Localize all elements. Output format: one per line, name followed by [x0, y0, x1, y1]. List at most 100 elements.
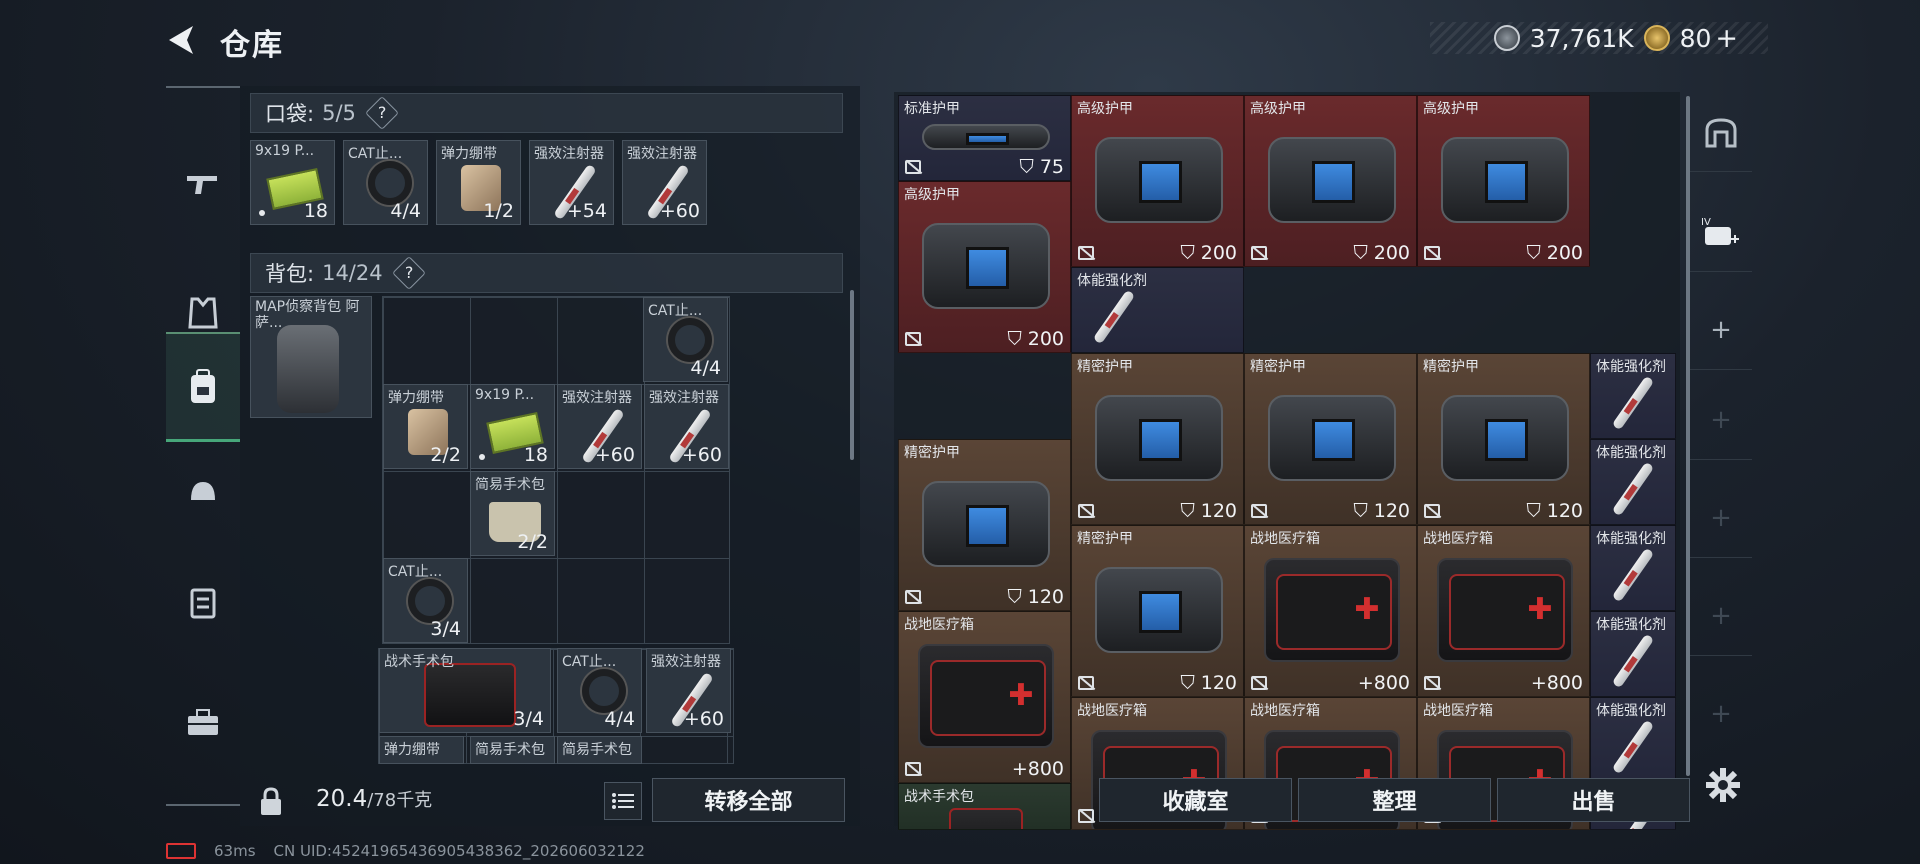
item-name: 战地医疗箱: [1250, 531, 1320, 547]
vest-tab-icon[interactable]: [166, 548, 240, 658]
no-insure-icon: [905, 160, 921, 174]
item-value: ⛉ 200: [1526, 242, 1583, 264]
status-bar: 63ms CN UID:4524196543690543​8362_202606…: [166, 842, 645, 860]
storage-item[interactable]: 战地医疗箱 ✚ +800: [1244, 525, 1417, 697]
no-insure-icon: [1424, 504, 1440, 518]
syringe-icon: [1611, 633, 1655, 689]
backpack-slot-surgery-kit[interactable]: 简易手术包 2/2: [470, 471, 555, 556]
backpack-help-icon[interactable]: ?: [391, 256, 426, 290]
storage-tab-main-icon[interactable]: [1690, 92, 1752, 172]
add-premium-button[interactable]: +: [1715, 23, 1738, 54]
tourniquet-icon: [368, 161, 412, 205]
weight-readout: 20.4/78千克: [316, 786, 433, 812]
first-aid-kit-icon: ✚: [1263, 558, 1400, 662]
storage-item[interactable]: 标准护甲 ⛉ 75: [898, 95, 1071, 181]
armor-icon: [1094, 137, 1223, 223]
no-insure-icon: [1078, 676, 1094, 690]
storage-item[interactable]: 精密护甲 ⛉ 120: [898, 439, 1071, 611]
add-tab-button[interactable]: +: [1690, 290, 1752, 370]
syringe-icon: [1611, 547, 1655, 603]
storage-item[interactable]: 精密护甲 ⛉ 120: [1244, 353, 1417, 525]
storage-item[interactable]: 高级护甲 ⛉ 200: [898, 181, 1071, 353]
list-view-icon[interactable]: [604, 782, 642, 820]
case-tab-icon[interactable]: [166, 668, 240, 778]
pocket-slot-5[interactable]: 强效注射器 +60: [622, 140, 707, 225]
item-name: 标准护甲: [904, 101, 960, 117]
storage-item[interactable]: 战地医疗箱 ✚ +800: [1417, 525, 1590, 697]
add-tab-slot-5[interactable]: +: [1690, 674, 1752, 754]
item-name: 战地医疗箱: [1423, 531, 1493, 547]
svg-text:IV: IV: [1701, 217, 1711, 228]
helmet-tab-icon[interactable]: [166, 438, 240, 548]
backpack-slot-tourniquet[interactable]: CAT止... 4/4: [643, 297, 728, 382]
weapon-tab-icon[interactable]: [166, 128, 240, 238]
backpack-slot-bandage[interactable]: 弹力绷带 2/2: [383, 384, 468, 469]
storage-item[interactable]: 高级护甲 ⛉ 200: [1071, 95, 1244, 267]
item-name: 体能强化剂: [1596, 703, 1666, 719]
storage-item[interactable]: 精密护甲 ⛉ 120: [1071, 353, 1244, 525]
coin-icon: [1493, 25, 1520, 51]
backpack-slot-partial-3[interactable]: 简易手术包: [557, 736, 642, 764]
no-insure-icon: [905, 332, 921, 346]
storage-item[interactable]: 战术手术包: [898, 783, 1071, 830]
backpack-slot-tourniquet-3[interactable]: CAT止... 4/4: [557, 648, 642, 733]
item-name: 高级护甲: [1250, 101, 1306, 117]
pocket-slot-2[interactable]: CAT止... 4/4: [343, 140, 428, 225]
premium-amount: 80: [1679, 23, 1712, 53]
pocket-help-icon[interactable]: ?: [364, 96, 399, 130]
pocket-slot-1[interactable]: 9x19 P... 18: [250, 140, 335, 225]
sell-button[interactable]: 出售: [1497, 778, 1690, 822]
item-name: 战地医疗箱: [1077, 703, 1147, 719]
ping-value: 63ms: [214, 842, 256, 860]
storage-item[interactable]: 体能强化剂: [1590, 697, 1676, 783]
item-value: +800: [1011, 758, 1064, 780]
no-insure-icon: [1078, 809, 1094, 823]
backpack-slot-partial-2[interactable]: 简易手术包: [470, 736, 555, 764]
backpack-slot-syringe-2[interactable]: 强效注射器 +60: [644, 384, 729, 469]
backpack-slot-partial-1[interactable]: 弹力绷带: [379, 736, 464, 764]
pocket-count: 5/5: [322, 101, 356, 125]
backpack-slot-tourniquet-2[interactable]: CAT止... 3/4: [383, 558, 468, 643]
item-name: 战地医疗箱: [904, 617, 974, 633]
add-tab-slot-4[interactable]: +: [1690, 576, 1752, 656]
back-arrow-icon[interactable]: [163, 22, 199, 58]
add-tab-slot-3[interactable]: +: [1690, 478, 1752, 558]
item-value: ⛉ 200: [1007, 328, 1064, 350]
transfer-all-button[interactable]: 转移全部: [652, 778, 845, 822]
no-insure-icon: [1424, 246, 1440, 260]
collection-room-button[interactable]: 收藏室: [1099, 778, 1292, 822]
gear-icon[interactable]: [1700, 762, 1746, 808]
backpack-scrollbar[interactable]: [850, 290, 854, 460]
premium-coin-icon: [1643, 25, 1670, 51]
uid-text: CN UID:4524196543690543​8362_20260603212…: [273, 842, 645, 860]
pocket-slot-3[interactable]: 弹力绷带 1/2: [436, 140, 521, 225]
backpack-slot-tactical-kit[interactable]: 战术手术包 3/4: [379, 648, 551, 733]
backpack-slot-ammo[interactable]: 9x19 P... 18: [470, 384, 555, 469]
storage-item[interactable]: 高级护甲 ⛉ 200: [1417, 95, 1590, 267]
lock-icon[interactable]: [248, 780, 294, 824]
organize-button[interactable]: 整理: [1298, 778, 1491, 822]
item-name: 精密护甲: [1423, 359, 1479, 375]
storage-tab-medical-icon[interactable]: IV: [1690, 192, 1752, 272]
pocket-slot-4[interactable]: 强效注射器 +54: [529, 140, 614, 225]
storage-item[interactable]: 体能强化剂: [1071, 267, 1244, 353]
armor-icon: [1440, 395, 1569, 481]
armor-icon: [1267, 395, 1396, 481]
storage-item[interactable]: 精密护甲 ⛉ 120: [1417, 353, 1590, 525]
storage-item[interactable]: 体能强化剂: [1590, 353, 1676, 439]
storage-item[interactable]: 精密护甲 ⛉ 120: [1071, 525, 1244, 697]
storage-item[interactable]: 体能强化剂: [1590, 525, 1676, 611]
no-insure-icon: [905, 590, 921, 604]
storage-item[interactable]: 高级护甲 ⛉ 200: [1244, 95, 1417, 267]
armor-icon: [1094, 567, 1223, 653]
equipped-backpack[interactable]: MAP侦察背包 阿萨...: [250, 296, 372, 418]
backpack-tab-icon[interactable]: [166, 332, 240, 442]
storage-item[interactable]: 体能强化剂: [1590, 611, 1676, 697]
backpack-slot-syringe-1[interactable]: 强效注射器 +60: [557, 384, 642, 469]
syringe-icon: [1092, 289, 1136, 345]
storage-item[interactable]: 体能强化剂: [1590, 439, 1676, 525]
storage-item[interactable]: 战地医疗箱 ✚ +800: [898, 611, 1071, 783]
backpack-slot-syringe-3[interactable]: 强效注射器 +60: [646, 648, 731, 733]
add-tab-slot-2[interactable]: +: [1690, 380, 1752, 460]
pocket-label: 口袋:: [265, 102, 315, 126]
